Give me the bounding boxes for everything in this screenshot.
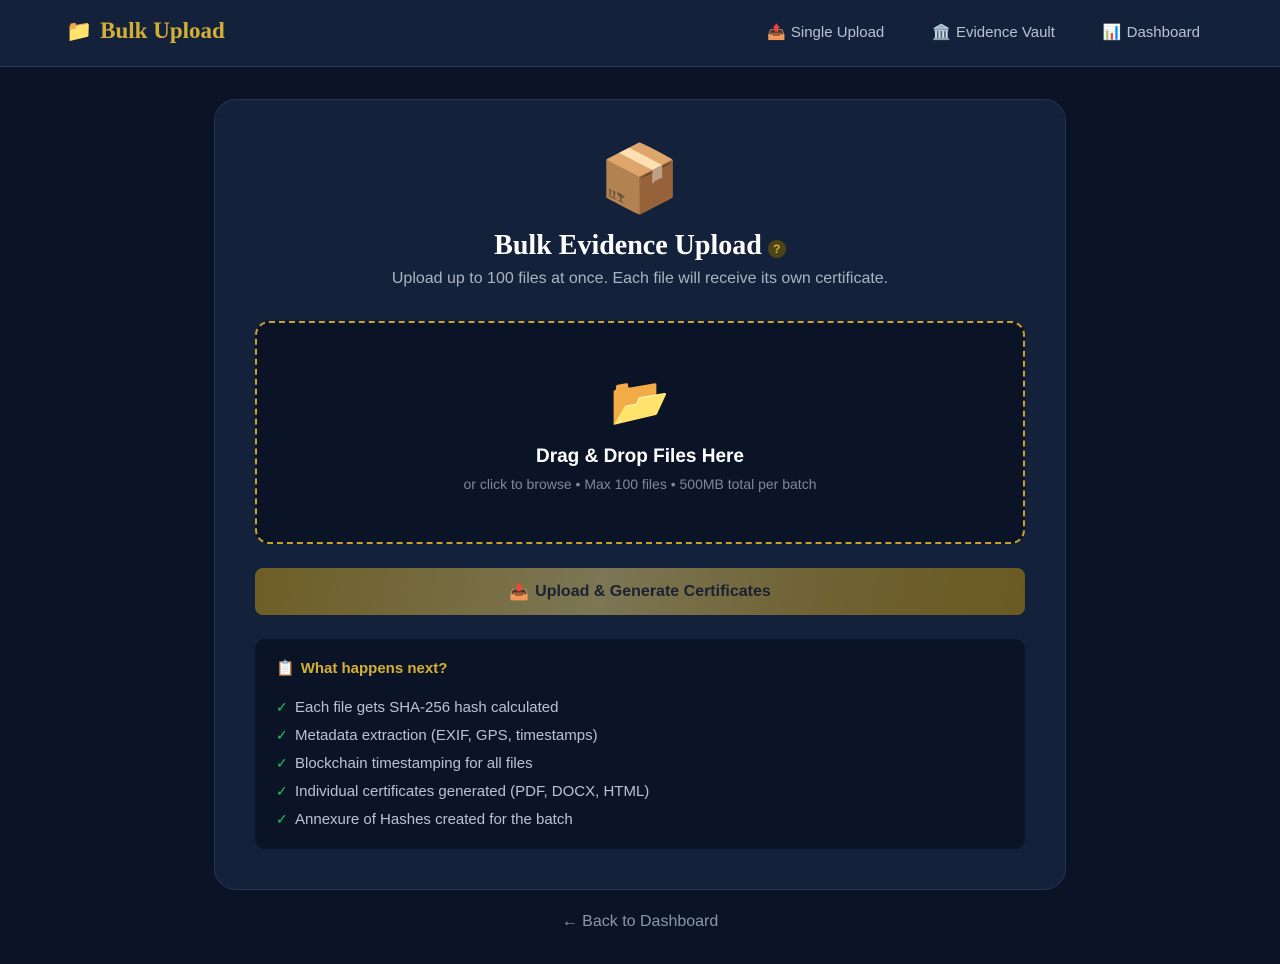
page-title: Bulk Evidence Upload bbox=[494, 230, 762, 261]
nav-link-label: Single Upload bbox=[790, 23, 885, 41]
check-icon: ✓ bbox=[276, 698, 288, 715]
open-folder-icon: 📂 bbox=[610, 376, 670, 429]
nav-links: 📤 Single Upload 🏛️ Evidence Vault 📊 Dash… bbox=[767, 23, 1200, 42]
nav-link-single-upload[interactable]: 📤 Single Upload bbox=[767, 23, 885, 42]
nav-link-evidence-vault[interactable]: 🏛️ Evidence Vault bbox=[932, 23, 1055, 42]
top-navbar: 📁 Bulk Upload 📤 Single Upload 🏛️ Evidenc… bbox=[0, 0, 1280, 67]
upload-card: 📦 Bulk Evidence Upload ? Upload up to 10… bbox=[214, 99, 1066, 890]
next-steps-title: What happens next? bbox=[300, 659, 448, 677]
list-item: ✓ Metadata extraction (EXIF, GPS, timest… bbox=[276, 721, 649, 749]
dropzone-title: Drag & Drop Files Here bbox=[536, 446, 744, 467]
folder-icon: 📁 bbox=[66, 18, 93, 43]
list-item: ✓ Each file gets SHA-256 hash calculated bbox=[276, 693, 649, 721]
upload-generate-button[interactable]: 📤 Upload & Generate Certificates bbox=[255, 568, 1025, 615]
help-icon[interactable]: ? bbox=[767, 240, 786, 258]
brand-title: Bulk Upload bbox=[100, 18, 225, 43]
list-item-text: Each file gets SHA-256 hash calculated bbox=[295, 698, 559, 716]
check-icon: ✓ bbox=[276, 754, 288, 771]
list-item: ✓ Annexure of Hashes created for the bat… bbox=[276, 805, 649, 833]
outbox-tray-icon: 📤 bbox=[509, 583, 530, 601]
nav-link-label: Evidence Vault bbox=[955, 23, 1055, 41]
check-icon: ✓ bbox=[276, 810, 288, 827]
page-subtitle: Upload up to 100 files at once. Each fil… bbox=[391, 270, 889, 287]
next-steps-list: ✓ Each file gets SHA-256 hash calculated… bbox=[276, 693, 649, 833]
nav-link-label: Dashboard bbox=[1126, 23, 1200, 41]
classical-building-icon: 🏛️ bbox=[932, 24, 951, 41]
back-to-dashboard-link[interactable]: ← Back to Dashboard bbox=[0, 913, 1280, 931]
next-steps-panel: 📋 What happens next? ✓ Each file gets SH… bbox=[255, 639, 1025, 849]
dropzone-hint: or click to browse • Max 100 files • 500… bbox=[463, 476, 817, 492]
list-item-text: Individual certificates generated (PDF, … bbox=[295, 782, 650, 800]
list-item-text: Annexure of Hashes created for the batch bbox=[295, 810, 573, 828]
clipboard-icon: 📋 bbox=[276, 660, 295, 677]
next-steps-heading: 📋 What happens next? bbox=[276, 659, 448, 678]
list-item: ✓ Individual certificates generated (PDF… bbox=[276, 777, 649, 805]
bar-chart-icon: 📊 bbox=[1102, 24, 1122, 41]
list-item-text: Metadata extraction (EXIF, GPS, timestam… bbox=[295, 726, 598, 744]
upload-button-label: Upload & Generate Certificates bbox=[535, 582, 771, 600]
list-item-text: Blockchain timestamping for all files bbox=[295, 754, 533, 772]
file-dropzone[interactable]: 📂 Drag & Drop Files Here or click to bro… bbox=[255, 321, 1025, 544]
check-icon: ✓ bbox=[276, 726, 288, 743]
outbox-tray-icon: 📤 bbox=[767, 24, 786, 41]
list-item: ✓ Blockchain timestamping for all files bbox=[276, 749, 649, 777]
check-icon: ✓ bbox=[276, 782, 288, 799]
title-row: Bulk Evidence Upload ? bbox=[215, 230, 1065, 262]
brand[interactable]: 📁 Bulk Upload bbox=[66, 18, 225, 44]
package-icon: 📦 bbox=[598, 141, 682, 215]
nav-link-dashboard[interactable]: 📊 Dashboard bbox=[1102, 23, 1200, 42]
